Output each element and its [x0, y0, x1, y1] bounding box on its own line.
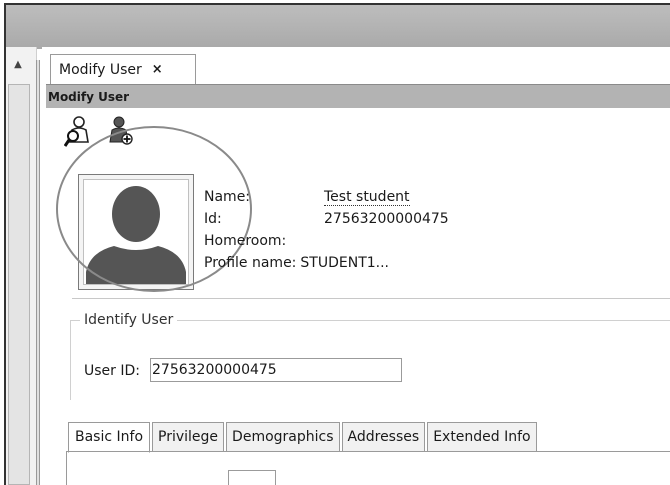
tab-modify-user[interactable]: Modify User ×: [50, 54, 196, 84]
app-window: ▲ Modify User × Modify User Name: Test s…: [0, 0, 670, 485]
tab-extended-info[interactable]: Extended Info: [427, 422, 537, 452]
info-row-profile: Profile name: STUDENT1...: [204, 252, 449, 274]
info-label: Homeroom:: [204, 233, 287, 249]
info-label: Name:: [204, 189, 251, 205]
user-id-value: 27563200000475: [324, 211, 449, 227]
partial-field[interactable]: [228, 470, 276, 485]
tab-content-border: [66, 451, 670, 452]
profile-info: Name: Test student Id: 27563200000475 Home…: [204, 186, 449, 274]
sub-tab-bar: Basic Info Privilege Demographics Addres…: [68, 422, 539, 453]
info-label: Id:: [204, 211, 222, 227]
tab-privilege[interactable]: Privilege: [152, 422, 225, 452]
group-border-left: [70, 320, 71, 400]
tab-label: Modify User: [59, 61, 142, 78]
tab-demographics[interactable]: Demographics: [226, 422, 340, 452]
tab-content-border-left: [66, 451, 67, 485]
close-icon[interactable]: ×: [152, 62, 163, 77]
scroll-up-button[interactable]: ▲: [8, 58, 28, 72]
user-name-link[interactable]: Test student: [324, 189, 410, 206]
find-user-icon[interactable]: [63, 114, 90, 148]
identify-user-legend: Identify User: [80, 312, 178, 328]
info-row-id: Id: 27563200000475: [204, 208, 449, 230]
pane-splitter[interactable]: [36, 60, 40, 485]
top-banner: [4, 3, 670, 49]
user-id-input[interactable]: [150, 358, 402, 382]
tab-addresses[interactable]: Addresses: [341, 422, 426, 452]
user-id-label: User ID:: [84, 363, 140, 379]
tab-basic-info[interactable]: Basic Info: [68, 422, 151, 453]
info-row-homeroom: Homeroom:: [204, 230, 449, 252]
panel-title: Modify User: [46, 84, 670, 108]
info-row-name: Name: Test student: [204, 186, 449, 208]
info-label: Profile name:: [204, 255, 297, 271]
profile-name-value: STUDENT1...: [300, 255, 389, 271]
scrollbar-track[interactable]: [8, 84, 30, 485]
